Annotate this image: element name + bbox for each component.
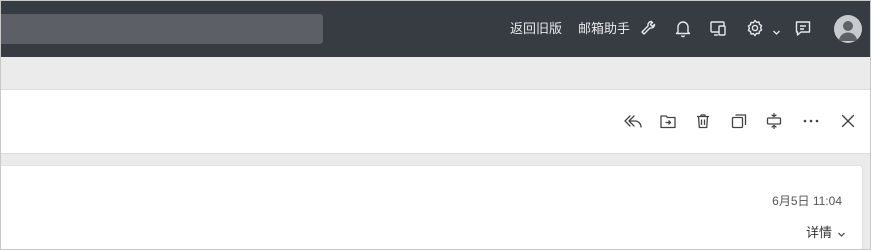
search-input[interactable] (1, 14, 323, 44)
more-icon[interactable] (800, 110, 822, 132)
top-header: 返回旧版 邮箱助手 (1, 1, 870, 57)
mail-window: 返回旧版 邮箱助手 6月5日 11:04 详情 (0, 0, 871, 250)
content-gap (1, 154, 870, 165)
back-to-old-version-link[interactable]: 返回旧版 (510, 20, 562, 38)
sub-header-band (1, 57, 870, 90)
message-date: 6月5日 11:04 (772, 194, 842, 208)
message-toolbar (1, 90, 870, 154)
avatar[interactable] (834, 15, 862, 43)
mail-assistant-link[interactable]: 邮箱助手 (578, 20, 630, 38)
message-card: 6月5日 11:04 详情 (1, 165, 863, 249)
delete-icon[interactable] (692, 110, 714, 132)
bell-icon[interactable] (672, 17, 694, 39)
feedback-icon[interactable] (792, 17, 814, 39)
chevron-down-icon[interactable] (772, 24, 781, 35)
devices-icon[interactable] (707, 17, 729, 39)
split-view-icon[interactable] (763, 110, 785, 132)
copy-icon[interactable] (728, 110, 750, 132)
gear-icon[interactable] (744, 17, 766, 39)
details-button[interactable]: 详情 (806, 222, 832, 241)
reply-all-icon[interactable] (622, 110, 644, 132)
chevron-down-icon[interactable] (837, 226, 846, 237)
move-to-folder-icon[interactable] (657, 110, 679, 132)
close-icon[interactable] (837, 110, 859, 132)
wrench-icon[interactable] (637, 17, 659, 39)
